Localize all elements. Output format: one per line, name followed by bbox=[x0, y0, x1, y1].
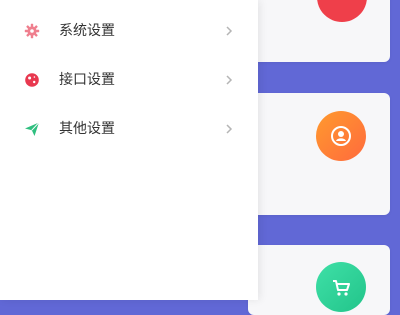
cart-icon bbox=[316, 262, 366, 312]
card-top[interactable] bbox=[248, 0, 390, 62]
chevron-right-icon bbox=[224, 25, 234, 37]
chevron-right-icon bbox=[224, 123, 234, 135]
send-icon bbox=[24, 121, 40, 137]
card-user[interactable] bbox=[248, 93, 390, 215]
menu-item-interface-settings[interactable]: 接口设置 bbox=[0, 60, 258, 100]
chevron-right-icon bbox=[224, 74, 234, 86]
settings-drawer: 系统设置 接口设置 其他设置 bbox=[0, 0, 258, 300]
gear-icon bbox=[24, 23, 40, 39]
card-cart[interactable] bbox=[248, 245, 390, 315]
menu-item-label: 系统设置 bbox=[59, 23, 115, 39]
planet-icon bbox=[24, 72, 40, 88]
user-icon bbox=[316, 111, 366, 161]
menu-item-other-settings[interactable]: 其他设置 bbox=[0, 109, 258, 149]
menu-item-label: 其他设置 bbox=[59, 121, 115, 137]
menu-item-system-settings[interactable]: 系统设置 bbox=[0, 11, 258, 51]
red-circle-icon bbox=[317, 0, 367, 22]
menu-item-label: 接口设置 bbox=[59, 72, 115, 88]
